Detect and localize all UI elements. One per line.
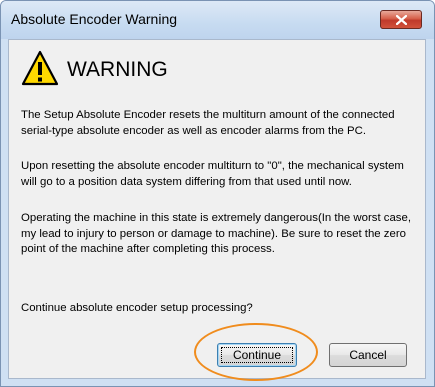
- message-paragraph-2: Upon resetting the absolute encoder mult…: [21, 160, 404, 188]
- dialog-window: Absolute Encoder Warning WARNING The Set…: [0, 0, 435, 387]
- window-title: Absolute Encoder Warning: [11, 11, 178, 27]
- message-paragraph-1: The Setup Absolute Encoder resets the mu…: [21, 109, 395, 137]
- message-paragraph-3: Operating the machine in this state is e…: [21, 212, 412, 255]
- close-icon: [396, 15, 407, 25]
- warning-triangle-icon: [21, 50, 59, 86]
- close-button[interactable]: [380, 10, 422, 29]
- cancel-button[interactable]: Cancel: [329, 343, 407, 367]
- confirm-prompt: Continue absolute encoder setup processi…: [21, 302, 253, 314]
- continue-button[interactable]: Continue: [217, 343, 297, 367]
- continue-button-label: Continue: [221, 347, 293, 363]
- warning-heading: WARNING: [67, 58, 168, 81]
- title-bar[interactable]: Absolute Encoder Warning: [1, 1, 434, 39]
- dialog-body: WARNING The Setup Absolute Encoder reset…: [8, 39, 426, 379]
